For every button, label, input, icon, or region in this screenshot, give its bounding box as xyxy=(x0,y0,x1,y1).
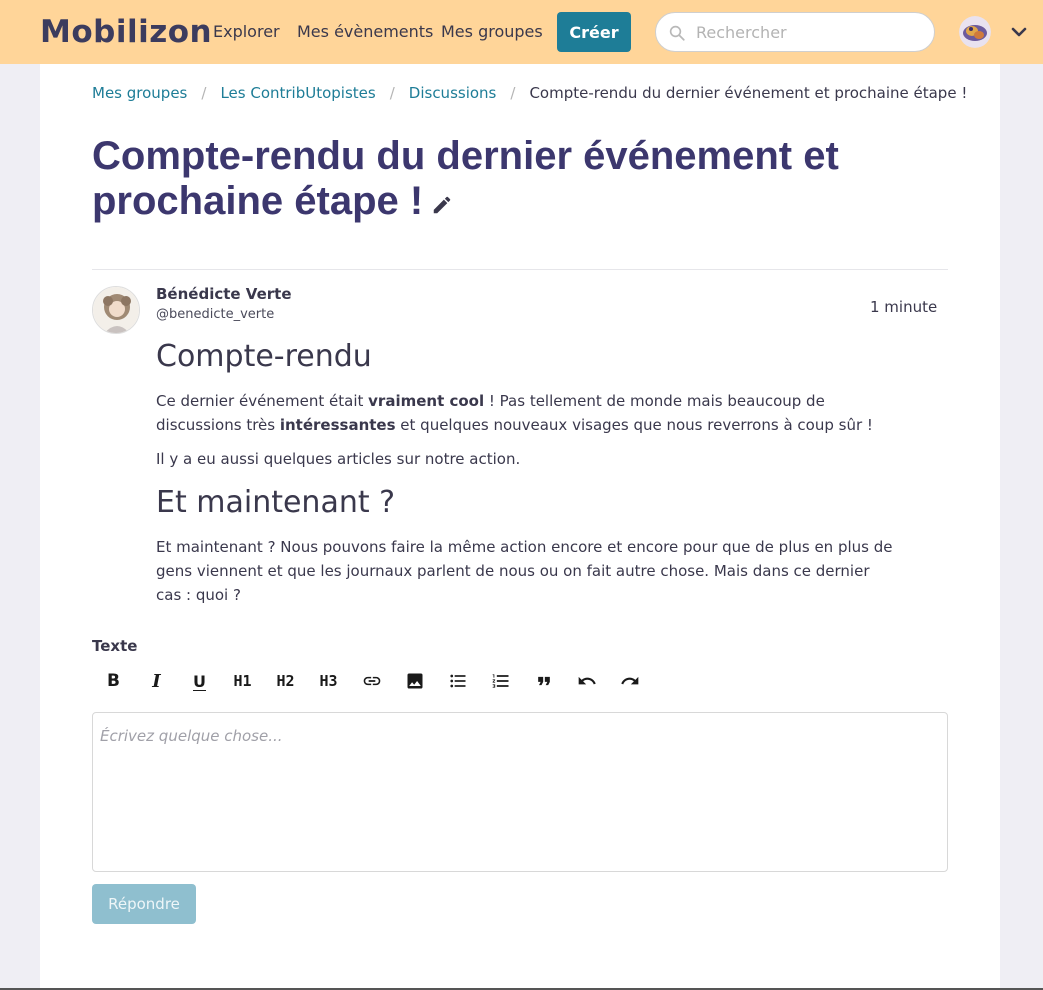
text-run: et quelques nouveaux visages que nous re… xyxy=(395,416,873,434)
breadcrumb-separator: / xyxy=(389,84,395,102)
heading-3-button[interactable]: H3 xyxy=(307,665,350,697)
create-button[interactable]: Créer xyxy=(557,12,631,52)
underline-button[interactable]: U xyxy=(178,665,221,697)
breadcrumb-current: Compte-rendu du dernier événement et pro… xyxy=(529,84,968,102)
search-input[interactable] xyxy=(696,22,916,42)
main-content: Mes groupes / Les ContribUtopistes / Dis… xyxy=(40,64,1000,990)
undo-icon xyxy=(578,676,596,685)
comment-heading: Compte-rendu xyxy=(156,339,372,374)
redo-icon xyxy=(620,676,638,685)
navbar: Mobilizon Explorer Mes évènements Mes gr… xyxy=(0,0,1043,64)
page-title: Compte-rendu du dernier événement et pro… xyxy=(92,134,912,224)
divider xyxy=(92,269,948,270)
logo[interactable]: Mobilizon xyxy=(40,14,212,50)
text-run: Ce dernier événement était xyxy=(156,392,369,410)
ordered-list-button[interactable] xyxy=(479,665,522,697)
breadcrumb-group[interactable]: Les ContribUtopistes xyxy=(220,83,375,103)
breadcrumb: Mes groupes / Les ContribUtopistes / Dis… xyxy=(92,83,967,103)
link-button[interactable] xyxy=(350,665,393,697)
comment-author-name[interactable]: Bénédicte Verte xyxy=(156,284,292,304)
breadcrumb-my-groups[interactable]: Mes groupes xyxy=(92,83,187,103)
nav-link-explorer[interactable]: Explorer xyxy=(213,22,280,42)
undo-button[interactable] xyxy=(565,665,608,697)
chevron-down-icon[interactable] xyxy=(1011,25,1027,39)
nav-link-my-groups[interactable]: Mes groupes xyxy=(441,22,543,42)
reply-button[interactable]: Répondre xyxy=(92,884,196,924)
comment-timestamp: 1 minute xyxy=(870,298,938,316)
bullet-list-button[interactable] xyxy=(436,665,479,697)
redo-button[interactable] xyxy=(608,665,651,697)
bullet-list-icon xyxy=(449,674,465,688)
page-title-text: Compte-rendu du dernier événement et pro… xyxy=(92,134,839,223)
search-box xyxy=(655,12,935,52)
image-button[interactable] xyxy=(393,665,436,697)
search-icon xyxy=(669,25,685,41)
comment-heading: Et maintenant ? xyxy=(156,485,396,520)
bold-button[interactable]: B xyxy=(92,665,135,697)
link-icon xyxy=(363,676,380,686)
comment-author-handle: @benedicte_verte xyxy=(156,307,275,322)
quote-button[interactable] xyxy=(522,665,565,697)
image-icon xyxy=(407,673,422,689)
comment-paragraph: Et maintenant ? Nous pouvons faire la mê… xyxy=(156,538,893,604)
user-avatar[interactable] xyxy=(959,16,991,48)
breadcrumb-separator: / xyxy=(510,84,516,102)
ordered-list-icon xyxy=(492,674,508,688)
bold-text: vraiment cool xyxy=(368,392,485,410)
editor-placeholder: Écrivez quelque chose... xyxy=(100,727,283,745)
comment-paragraph: Il y a eu aussi quelques articles sur no… xyxy=(156,450,521,468)
editor-label: Texte xyxy=(92,637,138,655)
italic-button[interactable]: I xyxy=(135,665,178,697)
heading-1-button[interactable]: H1 xyxy=(221,665,264,697)
editor-toolbar: B I U H1 H2 H3 xyxy=(92,665,651,697)
heading-2-button[interactable]: H2 xyxy=(264,665,307,697)
breadcrumb-separator: / xyxy=(201,84,207,102)
quote-icon xyxy=(537,676,550,686)
comment-author-avatar[interactable] xyxy=(92,286,140,334)
nav-link-my-events[interactable]: Mes évènements xyxy=(297,22,433,42)
bold-text: intéressantes xyxy=(279,416,396,434)
comment-body: Compte-rendu Ce dernier événement était … xyxy=(156,337,896,617)
edit-pencil-icon[interactable] xyxy=(431,194,453,216)
reply-editor[interactable]: Écrivez quelque chose... xyxy=(92,712,948,872)
comment-paragraph: Ce dernier événement était vraiment cool… xyxy=(156,389,896,437)
breadcrumb-discussions[interactable]: Discussions xyxy=(409,83,497,103)
